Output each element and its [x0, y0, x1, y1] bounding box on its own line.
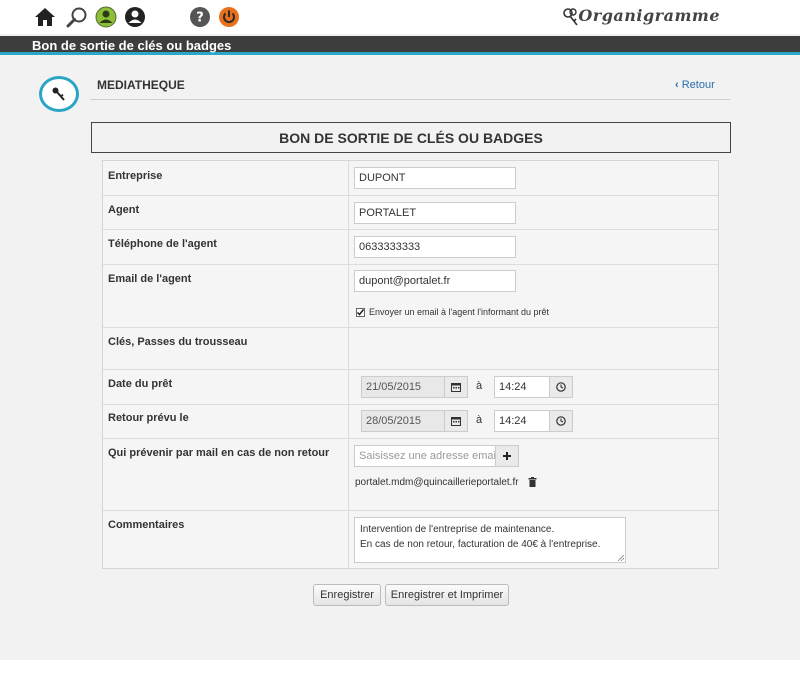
row-entreprise: Entreprise DUPONT	[103, 161, 718, 196]
loan-date-input[interactable]: 21/05/2015	[361, 376, 445, 398]
comments-line: Intervention de l'entreprise de maintena…	[360, 524, 555, 535]
user-status-icon[interactable]	[95, 6, 117, 28]
save-print-button[interactable]: Enregistrer et Imprimer	[385, 584, 509, 606]
plus-icon[interactable]	[495, 445, 519, 467]
notify-email-item: portalet.mdm@quincaillerieportalet.fr	[355, 477, 519, 488]
section-divider	[90, 99, 730, 100]
notify-agent-label: Envoyer un email à l'agent l'informant d…	[369, 307, 550, 317]
row-return-date: Retour prévu le 28/05/2015 à 14:24	[103, 405, 718, 439]
top-bar: ? Organigramme	[0, 0, 800, 34]
agent-label: Agent	[108, 204, 140, 216]
save-button[interactable]: Enregistrer	[313, 584, 381, 606]
user-icon[interactable]	[124, 6, 146, 28]
clock-icon[interactable]	[549, 376, 573, 398]
calendar-icon[interactable]	[444, 376, 468, 398]
email-input[interactable]: dupont@portalet.fr	[354, 270, 516, 292]
return-date-label: Retour prévu le	[108, 412, 189, 424]
footer	[0, 660, 800, 690]
comments-label: Commentaires	[108, 519, 185, 531]
svg-text:?: ?	[196, 11, 204, 26]
section-title: MEDIATHEQUE	[97, 78, 185, 92]
form-title: BON DE SORTIE DE CLÉS OU BADGES	[91, 122, 731, 153]
chevron-left-icon: ‹	[675, 79, 679, 91]
loan-date-label: Date du prêt	[108, 378, 173, 390]
agent-input[interactable]: PORTALET	[354, 202, 516, 224]
row-comments: Commentaires Intervention de l'entrepris…	[103, 511, 718, 568]
notify-missing-label: Qui prévenir par mail en cas de non reto…	[108, 447, 330, 459]
calendar-icon[interactable]	[444, 410, 468, 432]
loan-form-table: Entreprise DUPONT Agent PORTALET Télépho…	[102, 160, 719, 569]
telephone-label: Téléphone de l'agent	[108, 238, 217, 250]
return-date-input[interactable]: 28/05/2015	[361, 410, 445, 432]
home-icon[interactable]	[34, 6, 56, 28]
return-time-separator: à	[476, 414, 483, 426]
page-title: Bon de sortie de clés ou badges	[32, 38, 232, 53]
loan-time-separator: à	[476, 380, 483, 392]
row-agent: Agent PORTALET	[103, 196, 718, 230]
entreprise-input[interactable]: DUPONT	[354, 167, 516, 189]
power-icon[interactable]	[218, 6, 240, 28]
section-keys-icon	[39, 76, 79, 112]
help-icon[interactable]: ?	[189, 6, 211, 28]
search-icon[interactable]	[66, 6, 88, 28]
page-header: Bon de sortie de clés ou badges	[0, 36, 800, 55]
notify-agent-checkbox[interactable]	[356, 308, 365, 317]
entreprise-label: Entreprise	[108, 170, 163, 182]
notify-email-input[interactable]: Saisissez une adresse email	[354, 445, 496, 467]
row-email: Email de l'agent dupont@portalet.fr Envo…	[103, 265, 718, 328]
return-time-input[interactable]: 14:24	[494, 410, 550, 432]
row-keys: Clés, Passes du trousseau	[103, 328, 718, 370]
keys-label: Clés, Passes du trousseau	[108, 336, 248, 348]
row-loan-date: Date du prêt 21/05/2015 à 14:24	[103, 370, 718, 405]
trash-icon[interactable]	[528, 477, 537, 490]
clock-icon[interactable]	[549, 410, 573, 432]
back-link[interactable]: ‹ Retour	[675, 79, 715, 91]
telephone-input[interactable]: 0633333333	[354, 236, 516, 258]
row-telephone: Téléphone de l'agent 0633333333	[103, 230, 718, 265]
loan-time-input[interactable]: 14:24	[494, 376, 550, 398]
row-notify-missing: Qui prévenir par mail en cas de non reto…	[103, 439, 718, 511]
comments-line: En cas de non retour, facturation de 40€…	[360, 539, 601, 550]
resize-handle[interactable]	[618, 555, 624, 561]
email-label: Email de l'agent	[108, 273, 192, 285]
comments-textarea[interactable]: Intervention de l'entreprise de maintena…	[354, 517, 626, 563]
keys-icon	[562, 7, 580, 30]
back-label: Retour	[681, 79, 715, 91]
brand-title: Organigramme	[578, 6, 720, 25]
